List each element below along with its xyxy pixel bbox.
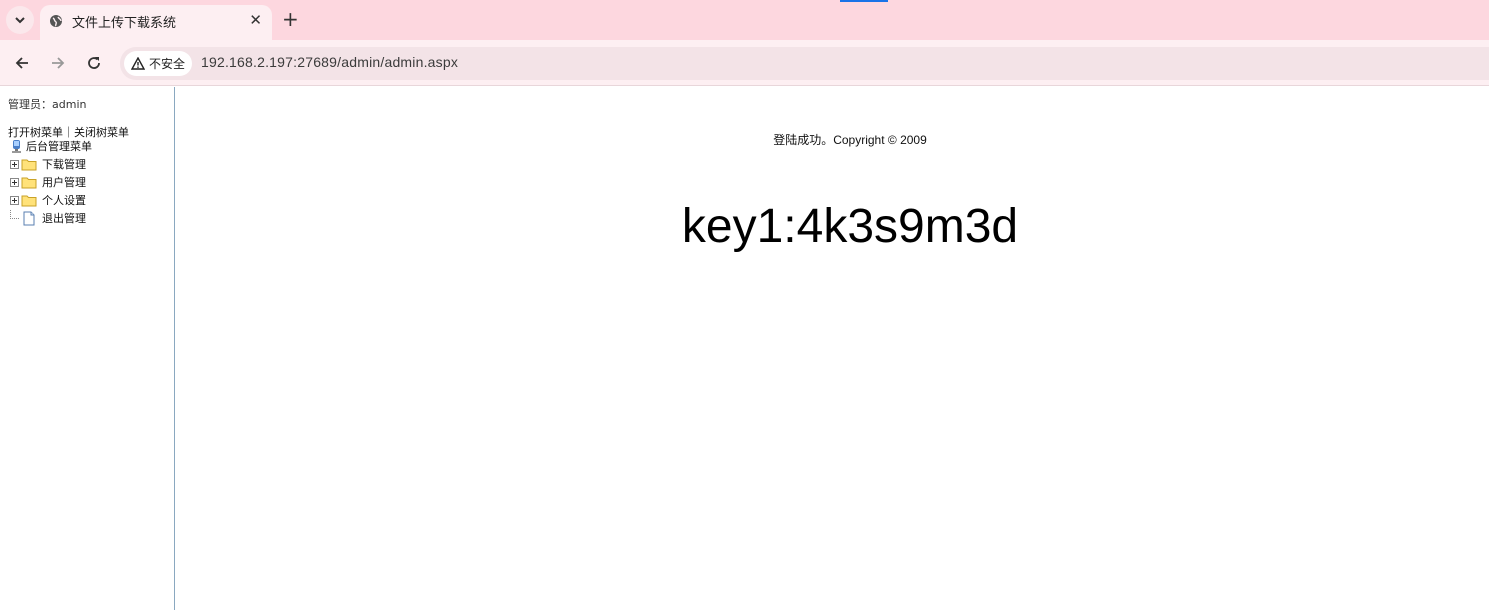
- back-button[interactable]: [10, 51, 34, 75]
- left-menu-frame: 管理员：admin 打开树菜单｜关闭树菜单 后台管理菜单 下载管理 用户管理 个…: [0, 87, 175, 610]
- page-icon: [23, 211, 35, 225]
- folder-icon: [21, 177, 37, 188]
- new-tab-button[interactable]: +: [282, 8, 299, 30]
- tree-item-label: 下载管理: [42, 158, 86, 171]
- tree-item-label: 用户管理: [42, 176, 86, 189]
- tree-item-logout[interactable]: 退出管理: [10, 209, 86, 227]
- tree-item-users[interactable]: 用户管理: [10, 173, 86, 191]
- warning-icon: [131, 57, 145, 70]
- browser-toolbar: 不安全 192.168.2.197:27689/admin/admin.aspx: [0, 40, 1489, 86]
- tree-root: 后台管理菜单: [10, 138, 92, 154]
- globe-icon: [50, 15, 62, 27]
- computer-icon: [12, 139, 21, 153]
- arrow-right-icon: [52, 57, 65, 69]
- security-label: 不安全: [149, 57, 186, 71]
- tree-connector: [10, 209, 19, 219]
- expand-icon[interactable]: [10, 177, 19, 187]
- tree-item-download[interactable]: 下载管理: [10, 155, 86, 173]
- folder-icon: [21, 159, 37, 170]
- arrow-left-icon: [15, 57, 28, 69]
- tab-title: 文件上传下载系统: [72, 16, 177, 31]
- address-bar[interactable]: 不安全 192.168.2.197:27689/admin/admin.aspx: [120, 47, 1489, 80]
- key-text: key1:4k3s9m3d: [681, 200, 1019, 253]
- tree-item-settings[interactable]: 个人设置: [10, 191, 86, 209]
- url-text[interactable]: 192.168.2.197:27689/admin/admin.aspx: [201, 54, 458, 70]
- top-accent-line: [840, 0, 888, 2]
- main-content-frame: 登陆成功。Copyright © 2009 key1:4k3s9m3d: [176, 87, 1489, 610]
- tree-item-label: 退出管理: [42, 212, 86, 225]
- expand-icon[interactable]: [10, 195, 19, 205]
- security-chip[interactable]: 不安全: [124, 51, 192, 76]
- login-success-notice: 登陆成功。Copyright © 2009: [773, 133, 927, 147]
- reload-button[interactable]: [82, 51, 106, 75]
- tree-root-label: 后台管理菜单: [26, 140, 92, 153]
- admin-user-label: 管理员：admin: [8, 98, 87, 111]
- tab-search-button[interactable]: [6, 6, 34, 34]
- expand-icon[interactable]: [10, 159, 19, 169]
- tab-strip: 文件上传下载系统 ✕ +: [0, 0, 1489, 40]
- active-tab[interactable]: 文件上传下载系统 ✕: [40, 5, 272, 40]
- tab-close-button[interactable]: ✕: [249, 11, 262, 29]
- chevron-down-icon: [15, 17, 25, 24]
- reload-icon: [88, 57, 100, 69]
- tree-item-label: 个人设置: [42, 194, 86, 207]
- folder-icon: [21, 195, 37, 206]
- forward-button[interactable]: [46, 51, 70, 75]
